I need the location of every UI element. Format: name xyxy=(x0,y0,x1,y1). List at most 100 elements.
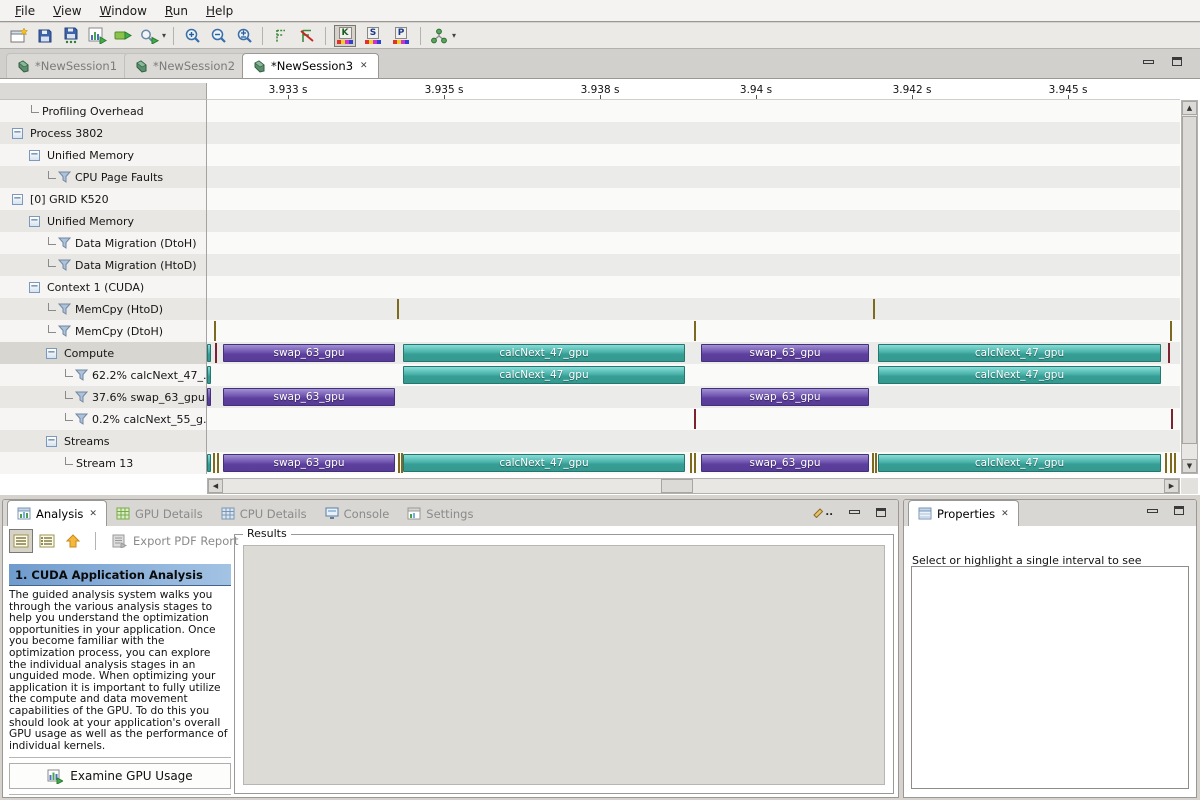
tab-gpu-details[interactable]: GPU Details xyxy=(107,501,212,526)
zoom-fit-icon[interactable] xyxy=(231,25,257,47)
interval-tick[interactable] xyxy=(397,299,399,319)
close-icon[interactable]: ✕ xyxy=(89,509,97,519)
session-tab[interactable]: *NewSession2 xyxy=(124,53,246,78)
tree-row[interactable]: Data Migration (DtoH) xyxy=(0,232,207,254)
run-analysis-icon[interactable] xyxy=(110,25,136,47)
filter-icon[interactable] xyxy=(58,237,71,249)
session-tab[interactable]: *NewSession1 xyxy=(6,53,128,78)
collapse-icon[interactable]: − xyxy=(46,436,57,447)
minimize-icon[interactable] xyxy=(1147,509,1158,513)
filter-icon[interactable] xyxy=(75,369,88,381)
interval-tick[interactable] xyxy=(875,453,877,473)
filter-icon[interactable] xyxy=(58,259,71,271)
timeline-bar-sliver[interactable] xyxy=(207,344,211,362)
examine-gpu-usage-button[interactable]: Examine GPU Usage xyxy=(9,763,231,789)
interval-tick[interactable] xyxy=(1165,453,1167,473)
tree-row[interactable]: MemCpy (HtoD) xyxy=(0,298,207,320)
profile-application-icon[interactable] xyxy=(84,25,110,47)
timeline-bar[interactable]: swap_63_gpu xyxy=(223,344,395,362)
guided-analysis-toggle[interactable] xyxy=(9,529,33,553)
vertical-scroll-thumb[interactable] xyxy=(1182,116,1197,444)
kernel-coloring-button[interactable]: K xyxy=(334,25,356,47)
timeline-bar[interactable]: calcNext_47_gpu xyxy=(403,454,685,472)
timeline-bar-sliver[interactable] xyxy=(207,454,211,472)
tree-row[interactable]: −Unified Memory xyxy=(0,210,207,232)
scroll-right-icon[interactable]: ▶ xyxy=(1164,479,1179,493)
flag-start-icon[interactable] xyxy=(268,25,294,47)
interval-tick[interactable] xyxy=(694,453,696,473)
tree-row[interactable]: Profiling Overhead xyxy=(0,100,207,122)
timeline-bar[interactable]: calcNext_47_gpu xyxy=(403,366,685,384)
interval-tick[interactable] xyxy=(1170,453,1172,473)
maximize-icon[interactable] xyxy=(1174,506,1184,515)
collapse-icon[interactable]: − xyxy=(29,282,40,293)
timeline-bar[interactable]: swap_63_gpu xyxy=(223,388,395,406)
scroll-left-icon[interactable]: ◀ xyxy=(208,479,223,493)
interval-tick[interactable] xyxy=(401,453,403,473)
tab-settings[interactable]: Settings xyxy=(398,501,482,526)
collapse-icon[interactable]: − xyxy=(12,194,23,205)
pencil-icon[interactable]: .. xyxy=(812,506,833,518)
chevron-down-icon[interactable]: ▾ xyxy=(162,31,166,40)
timeline-bar[interactable]: swap_63_gpu xyxy=(701,454,869,472)
process-coloring-button[interactable]: P xyxy=(390,25,412,47)
tree-row[interactable]: 62.2% calcNext_47_... xyxy=(0,364,207,386)
maximize-icon[interactable] xyxy=(1172,57,1182,66)
tree-row[interactable]: −Process 3802 xyxy=(0,122,207,144)
timeline-bar-sliver[interactable] xyxy=(207,366,211,384)
timeline-bar[interactable]: calcNext_47_gpu xyxy=(878,344,1161,362)
stream-coloring-button[interactable]: S xyxy=(362,25,384,47)
interval-tick[interactable] xyxy=(694,321,696,341)
unguided-analysis-toggle[interactable] xyxy=(35,529,59,553)
new-session-icon[interactable] xyxy=(6,25,32,47)
timeline-ruler[interactable]: 3.933 s3.935 s3.938 s3.94 s3.942 s3.945 … xyxy=(207,83,1180,100)
dependency-analysis-icon[interactable] xyxy=(426,25,452,47)
back-up-icon[interactable] xyxy=(61,529,85,553)
tree-row[interactable]: MemCpy (DtoH) xyxy=(0,320,207,342)
close-icon[interactable]: ✕ xyxy=(1001,509,1009,519)
interval-tick[interactable] xyxy=(1170,321,1172,341)
tree-row[interactable]: CPU Page Faults xyxy=(0,166,207,188)
timeline-bar-sliver[interactable] xyxy=(207,388,211,406)
timeline-bar[interactable]: swap_63_gpu xyxy=(701,344,869,362)
source-zoom-icon[interactable] xyxy=(136,25,162,47)
minimize-icon[interactable] xyxy=(1143,60,1154,64)
timeline-bar[interactable]: swap_63_gpu xyxy=(223,454,395,472)
tree-row[interactable]: Stream 13 xyxy=(0,452,207,474)
menu-item-help[interactable]: Help xyxy=(197,2,242,20)
timeline-bar[interactable]: calcNext_47_gpu xyxy=(403,344,685,362)
menu-item-run[interactable]: Run xyxy=(156,2,197,20)
interval-tick[interactable] xyxy=(873,299,875,319)
vertical-scrollbar[interactable]: ▲ ▼ xyxy=(1181,100,1198,474)
tree-row[interactable]: −Streams xyxy=(0,430,207,452)
menu-item-view[interactable]: View xyxy=(44,2,90,20)
flag-end-icon[interactable] xyxy=(294,25,320,47)
interval-tick[interactable] xyxy=(1168,343,1170,363)
save-icon[interactable] xyxy=(32,25,58,47)
save-all-icon[interactable] xyxy=(58,25,84,47)
collapse-icon[interactable]: − xyxy=(29,216,40,227)
collapse-icon[interactable]: − xyxy=(12,128,23,139)
filter-icon[interactable] xyxy=(58,171,71,183)
interval-tick[interactable] xyxy=(213,453,215,473)
close-icon[interactable]: ✕ xyxy=(360,61,368,71)
interval-tick[interactable] xyxy=(694,409,696,429)
timeline-bar[interactable]: calcNext_47_gpu xyxy=(878,454,1161,472)
interval-tick[interactable] xyxy=(215,343,217,363)
tab-analysis[interactable]: Analysis✕ xyxy=(7,500,107,526)
interval-tick[interactable] xyxy=(690,453,692,473)
interval-tick[interactable] xyxy=(217,453,219,473)
tab-properties[interactable]: Properties ✕ xyxy=(908,500,1019,526)
tree-row[interactable]: 37.6% swap_63_gpu xyxy=(0,386,207,408)
zoom-in-icon[interactable] xyxy=(179,25,205,47)
zoom-out-icon[interactable] xyxy=(205,25,231,47)
tree-row[interactable]: −[0] GRID K520 xyxy=(0,188,207,210)
tree-row[interactable]: −Compute xyxy=(0,342,207,364)
menu-item-file[interactable]: File xyxy=(6,2,44,20)
filter-icon[interactable] xyxy=(58,325,71,337)
collapse-icon[interactable]: − xyxy=(29,150,40,161)
filter-icon[interactable] xyxy=(75,391,88,403)
horizontal-scrollbar[interactable]: ◀ ▶ xyxy=(207,478,1180,494)
chevron-down-icon[interactable]: ▾ xyxy=(452,31,456,40)
minimize-icon[interactable] xyxy=(849,510,860,514)
